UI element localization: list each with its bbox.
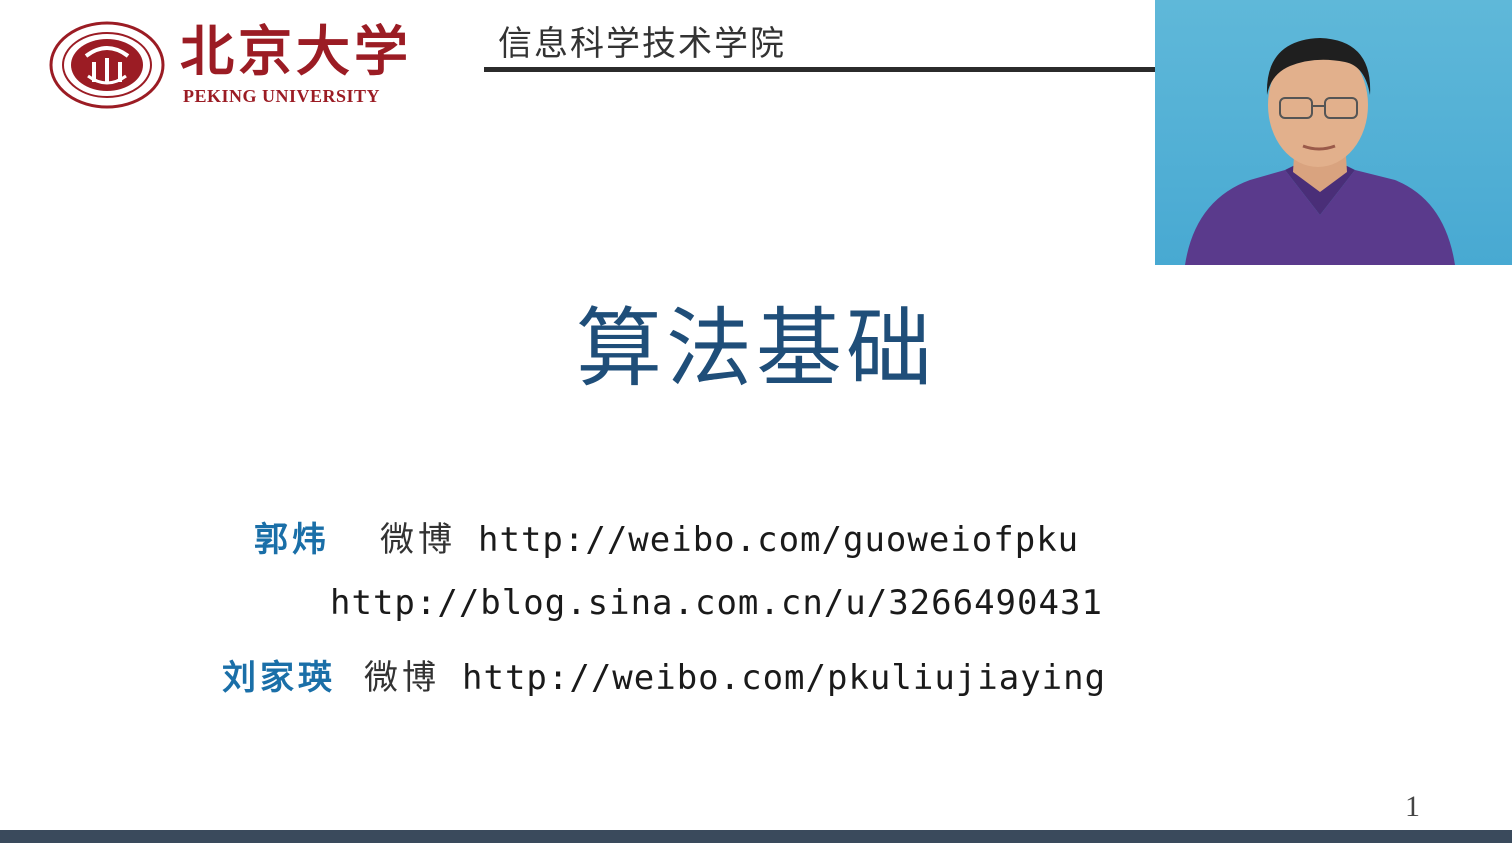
author-name: 刘家瑛 bbox=[222, 658, 336, 698]
weibo-link[interactable]: http://weibo.com/pkuliujiaying bbox=[462, 658, 1106, 698]
author-line-guo-blog: http://blog.sina.com.cn/u/3266490431 bbox=[330, 583, 1103, 623]
lecture-slide: 北京大学 PEKING UNIVERSITY 信息科学技术学院 算法基础 郭炜微… bbox=[0, 0, 1512, 843]
author-line-liu: 刘家瑛 微博 http://weibo.com/pkuliujiaying bbox=[222, 650, 1106, 699]
school-name: 信息科学技术学院 bbox=[498, 24, 786, 64]
webcam-overlay bbox=[1155, 0, 1512, 265]
weibo-label: 微博 bbox=[380, 520, 456, 560]
weibo-label: 微博 bbox=[364, 658, 440, 698]
author-line-guo: 郭炜 微博 http://weibo.com/guoweiofpku bbox=[254, 512, 1079, 561]
slide-title: 算法基础 bbox=[576, 299, 936, 399]
blog-link[interactable]: http://blog.sina.com.cn/u/3266490431 bbox=[330, 583, 1103, 623]
presenter-video-frame bbox=[1185, 38, 1455, 265]
page-number: 1 bbox=[1405, 790, 1420, 823]
footer-bar bbox=[0, 830, 1512, 843]
university-name-cn: 北京大学 bbox=[180, 19, 412, 83]
slide-header: 北京大学 PEKING UNIVERSITY 信息科学技术学院 bbox=[0, 0, 1155, 120]
peking-university-seal-icon bbox=[49, 21, 165, 109]
university-name-en: PEKING UNIVERSITY bbox=[183, 86, 381, 106]
header-divider bbox=[484, 67, 1155, 72]
weibo-link[interactable]: http://weibo.com/guoweiofpku bbox=[478, 520, 1079, 560]
author-name: 郭炜 bbox=[254, 520, 330, 560]
